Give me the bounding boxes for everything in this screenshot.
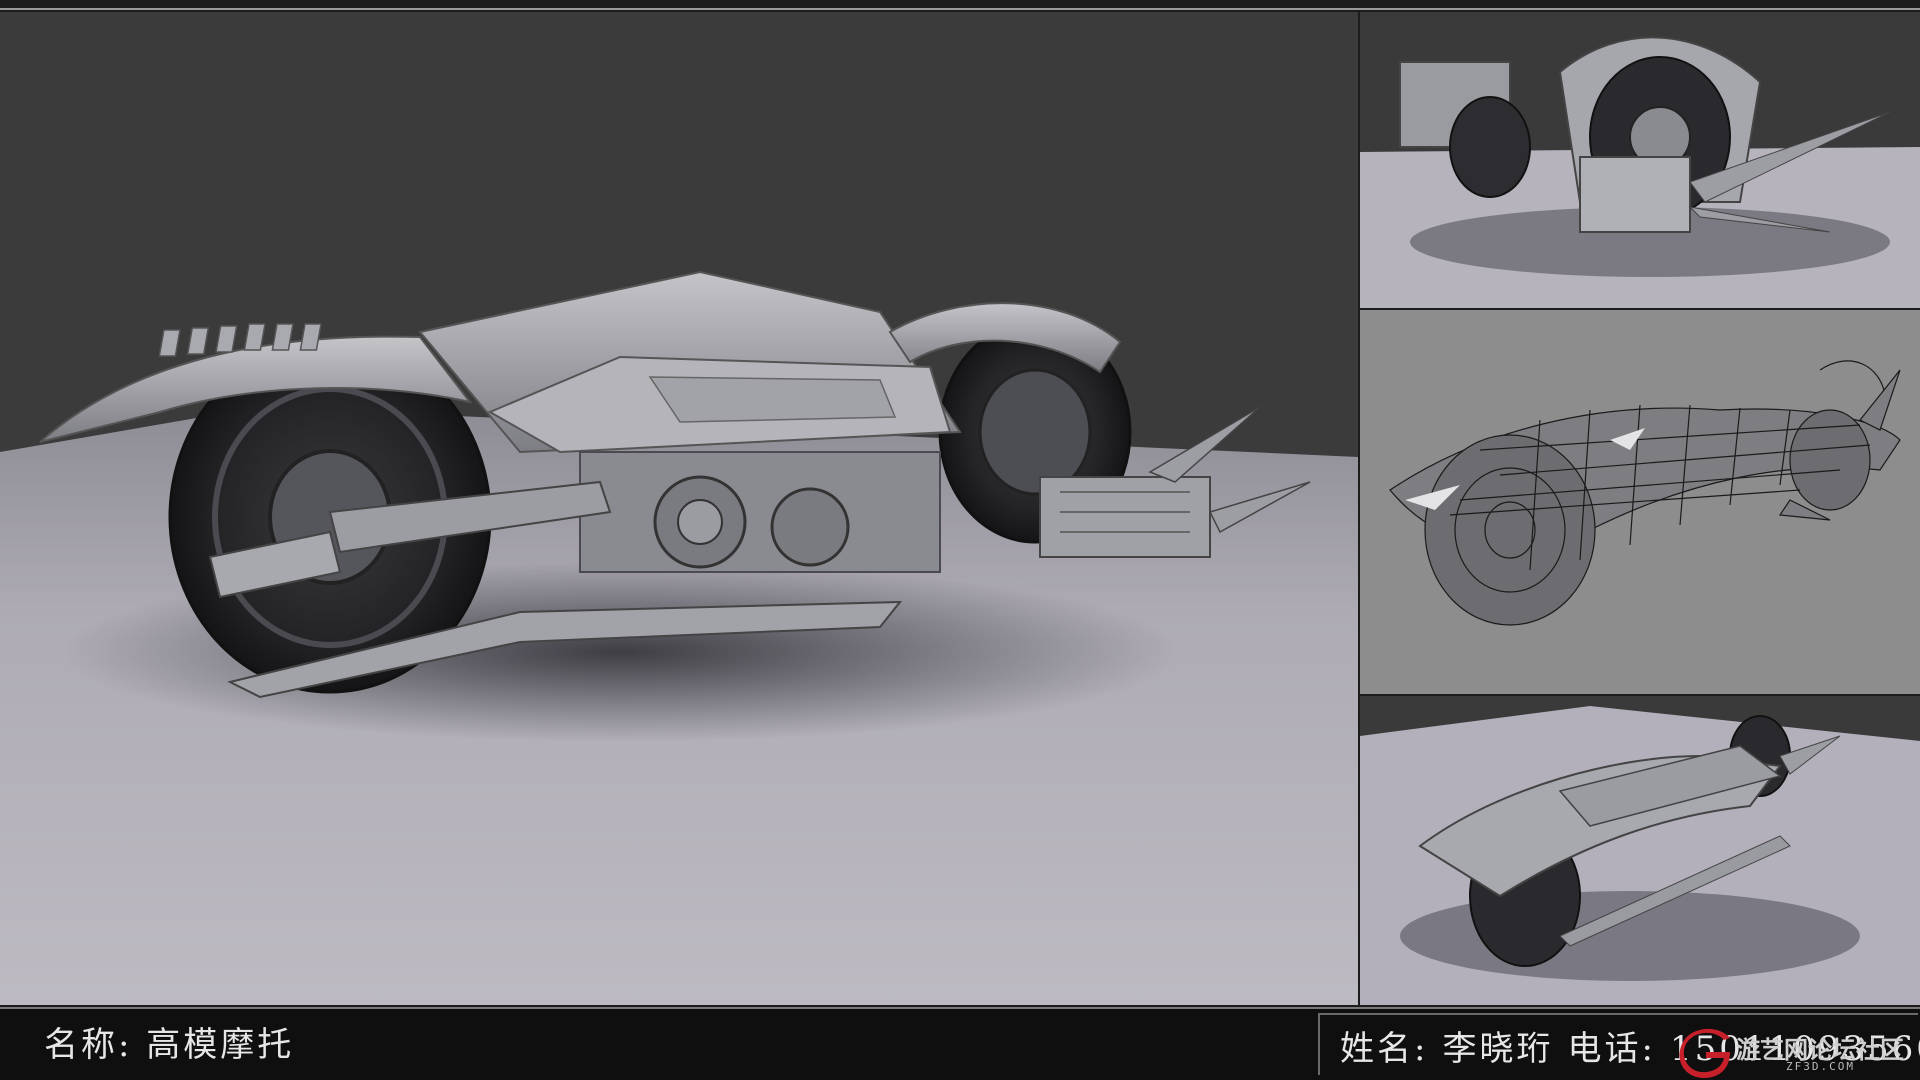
- author-label: 姓名:: [1340, 1029, 1429, 1069]
- main-render-panel: [0, 12, 1358, 1005]
- watermark-logo-icon: [1679, 1028, 1730, 1078]
- model-name-label: 名称:: [44, 1025, 133, 1065]
- presentation-board: 名称: 高模摩托 姓名: 李晓珩 电话: 15011093560 游艺网论坛社区 ZF…: [0, 0, 1920, 1080]
- top-divider: [0, 8, 1920, 10]
- watermark-site: ZF3D.COM: [1786, 1060, 1855, 1073]
- model-name-value: 高模摩托: [146, 1025, 295, 1065]
- rear-view-thumbnail: [1360, 12, 1920, 308]
- wireframe-thumbnail: [1360, 310, 1920, 694]
- site-watermark: 游艺网论坛社区 ZF3D.COM: [1676, 1026, 1916, 1080]
- motorcycle-wireframe: [1389, 360, 1901, 626]
- motorcycle-main-render: [0, 270, 1358, 1005]
- motorcycle-top-render: [1360, 706, 1920, 1005]
- model-name-caption: 名称: 高模摩托: [44, 1017, 294, 1066]
- caption-bar: 名称: 高模摩托 姓名: 李晓珩 电话: 15011093560: [0, 1007, 1920, 1080]
- phone-label: 电话:: [1567, 1029, 1656, 1069]
- author-value: 李晓珩: [1442, 1029, 1554, 1069]
- motorcycle-rear-render: [1360, 36, 1920, 308]
- top-view-thumbnail: [1360, 696, 1920, 1005]
